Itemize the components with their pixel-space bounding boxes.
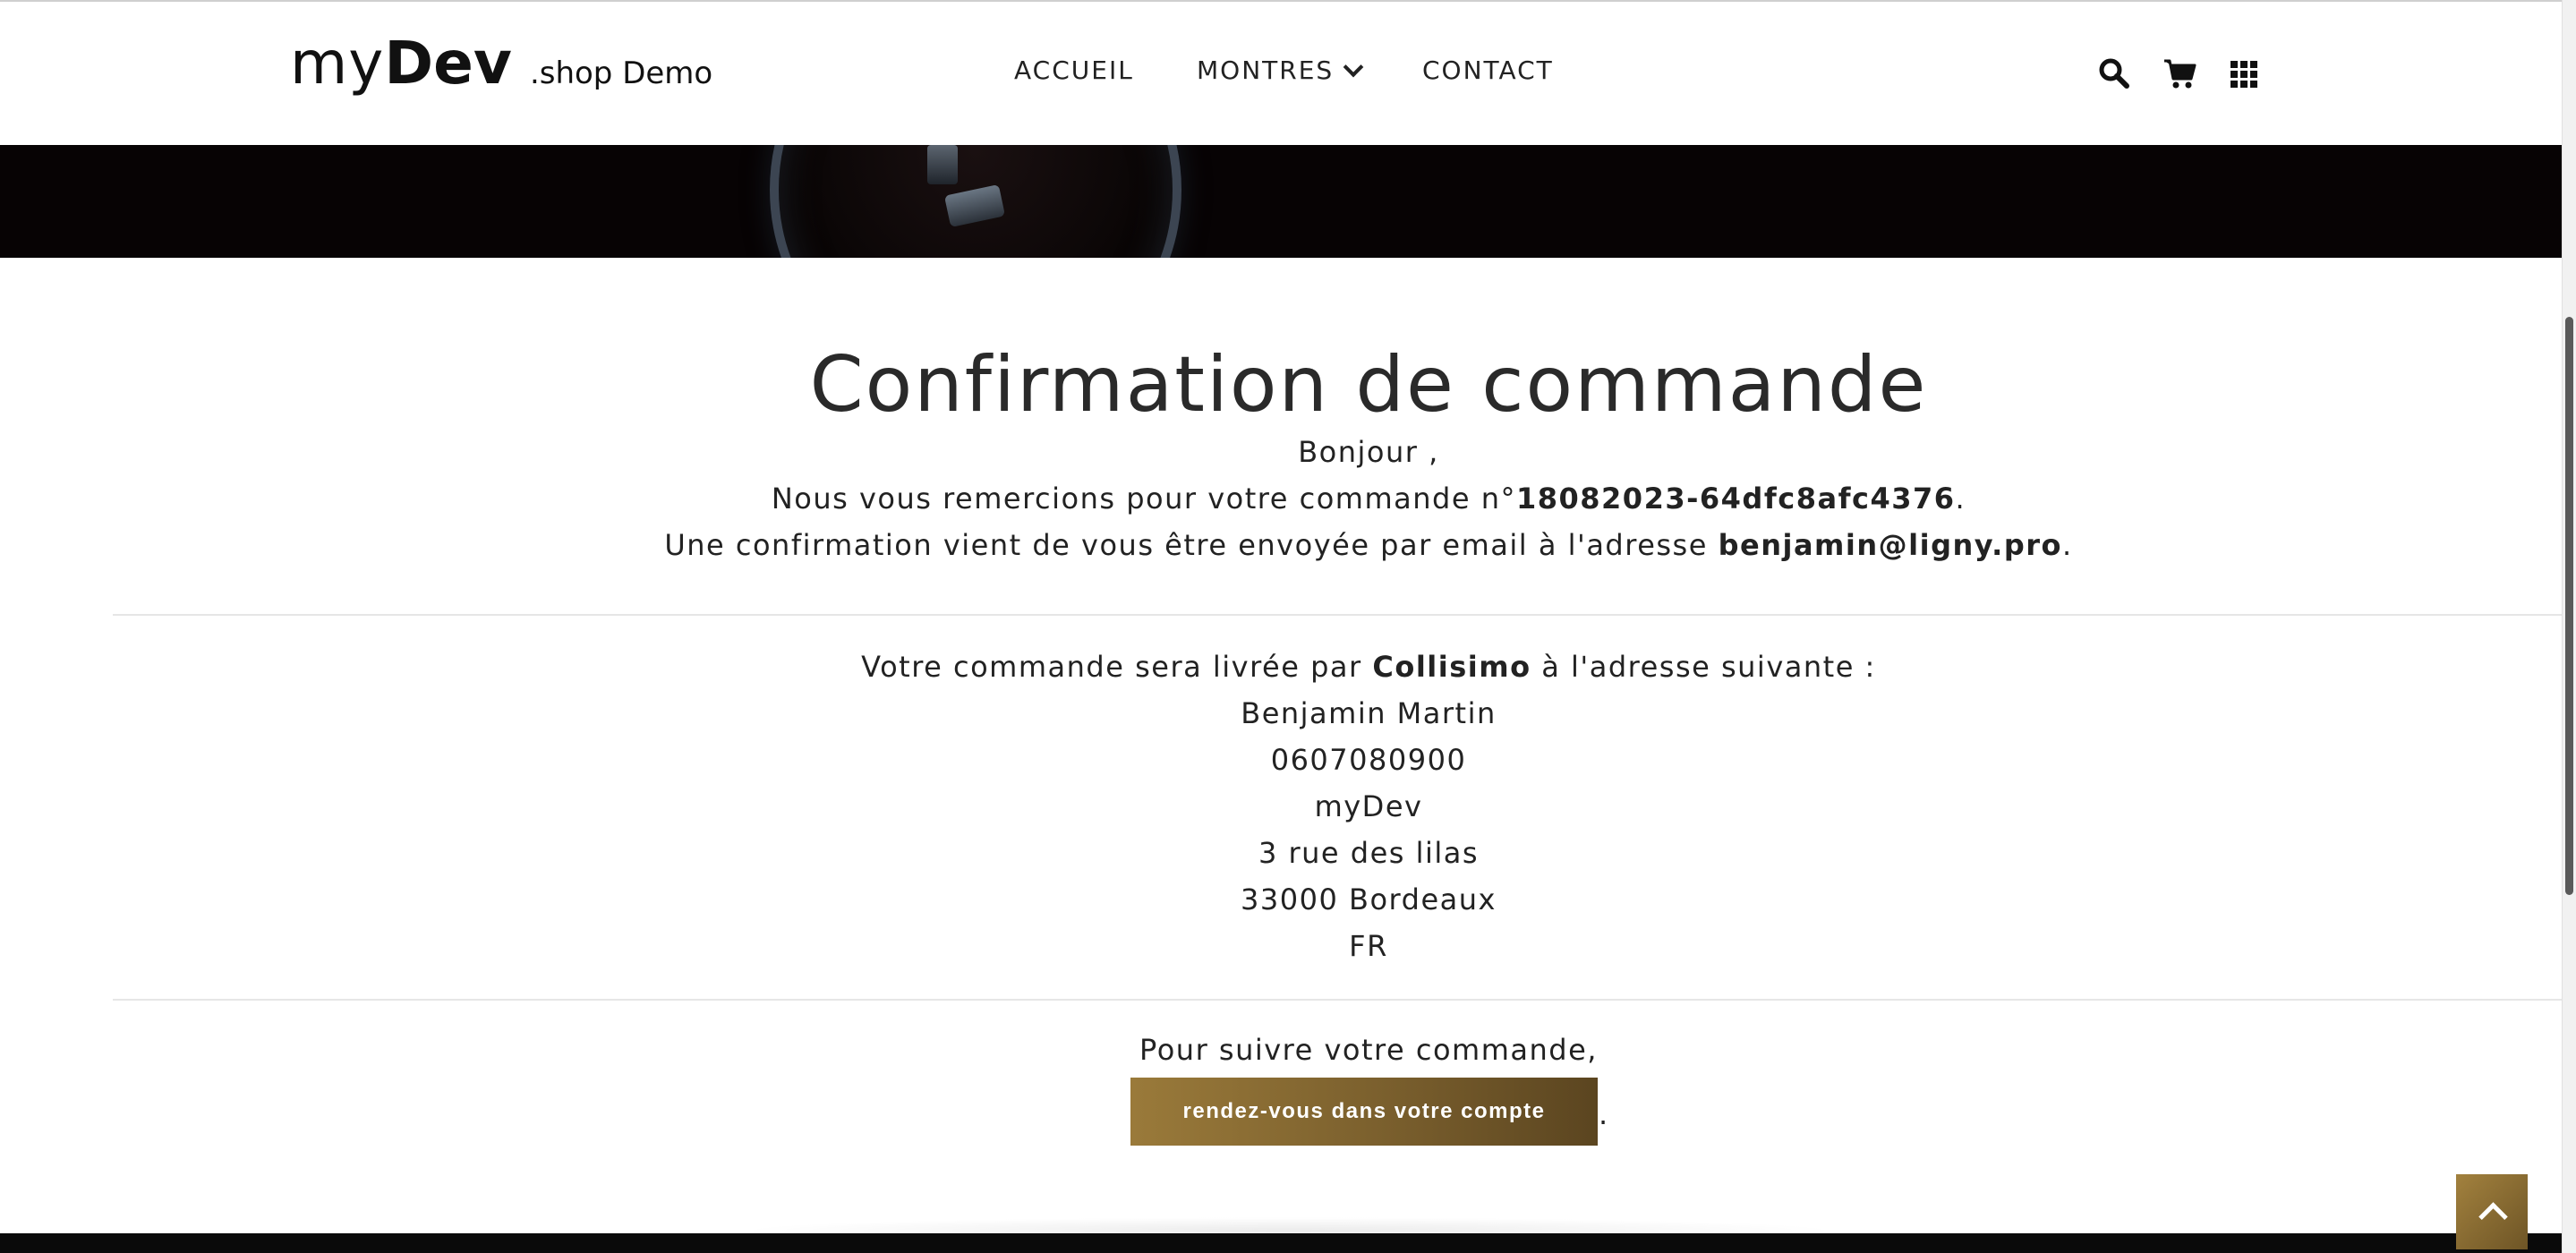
nav-item-contact[interactable]: CONTACT bbox=[1422, 55, 1554, 85]
tracking-suffix: . bbox=[1599, 1097, 1608, 1131]
nav-item-montres-label: MONTRES bbox=[1197, 55, 1335, 85]
thanks-line: Nous vous remercions pour votre commande… bbox=[0, 482, 2576, 516]
address-company: myDev bbox=[1314, 789, 1423, 823]
hero-banner-image bbox=[0, 145, 2562, 258]
chevron-up-icon bbox=[2478, 1202, 2508, 1232]
shipping-intro-prefix: Votre commande sera livrée par bbox=[861, 650, 1373, 684]
site-logo[interactable]: my Dev .shop Demo bbox=[290, 29, 712, 98]
email-line: Une confirmation vient de vous être envo… bbox=[0, 528, 2576, 562]
nav-item-montres[interactable]: MONTRES bbox=[1197, 55, 1364, 85]
site-header: my Dev .shop Demo ACCUEIL MONTRES CONTAC… bbox=[0, 2, 2562, 143]
greeting-text: Bonjour , bbox=[1298, 435, 1439, 469]
nav-item-accueil[interactable]: ACCUEIL bbox=[1014, 55, 1134, 85]
address-street: 3 rue des lilas bbox=[1258, 836, 1480, 870]
page-title: Confirmation de commande bbox=[809, 340, 1928, 430]
logo-my: my bbox=[290, 29, 385, 98]
address-city: 33000 Bordeaux bbox=[1241, 882, 1497, 916]
shipping-intro-suffix: à l'adresse suivante : bbox=[1531, 650, 1876, 684]
account-button[interactable]: rendez-vous dans votre compte bbox=[1130, 1078, 1598, 1146]
carrier-name: Collisimo bbox=[1372, 650, 1531, 684]
thanks-prefix: Nous vous remercions pour votre commande… bbox=[771, 482, 1516, 516]
shipping-intro: Votre commande sera livrée par Collisimo… bbox=[0, 650, 2576, 684]
address-phone: 0607080900 bbox=[1270, 743, 1467, 777]
watch-lug bbox=[927, 145, 958, 184]
grid-menu-icon[interactable] bbox=[2231, 61, 2257, 91]
search-icon[interactable] bbox=[2098, 57, 2130, 93]
cart-icon[interactable] bbox=[2162, 57, 2198, 93]
address-country: FR bbox=[1349, 929, 1388, 963]
site-footer bbox=[0, 1233, 2562, 1253]
divider bbox=[113, 999, 2562, 1001]
logo-subtitle: .shop Demo bbox=[529, 55, 713, 91]
chevron-down-icon bbox=[1343, 56, 1364, 77]
thanks-suffix: . bbox=[1955, 482, 1966, 516]
back-to-top-button[interactable] bbox=[2456, 1174, 2528, 1249]
email-prefix: Une confirmation vient de vous être envo… bbox=[664, 528, 1719, 562]
divider bbox=[113, 614, 2562, 616]
tracking-text: Pour suivre votre commande, bbox=[1139, 1033, 1598, 1067]
email-suffix: . bbox=[2062, 528, 2073, 562]
order-number: 18082023-64dfc8afc4376 bbox=[1515, 482, 1956, 516]
address-name: Benjamin Martin bbox=[1241, 696, 1497, 730]
scrollbar-thumb[interactable] bbox=[2565, 317, 2573, 895]
customer-email: benjamin@ligny.pro bbox=[1718, 528, 2062, 562]
logo-dev: Dev bbox=[384, 29, 512, 98]
